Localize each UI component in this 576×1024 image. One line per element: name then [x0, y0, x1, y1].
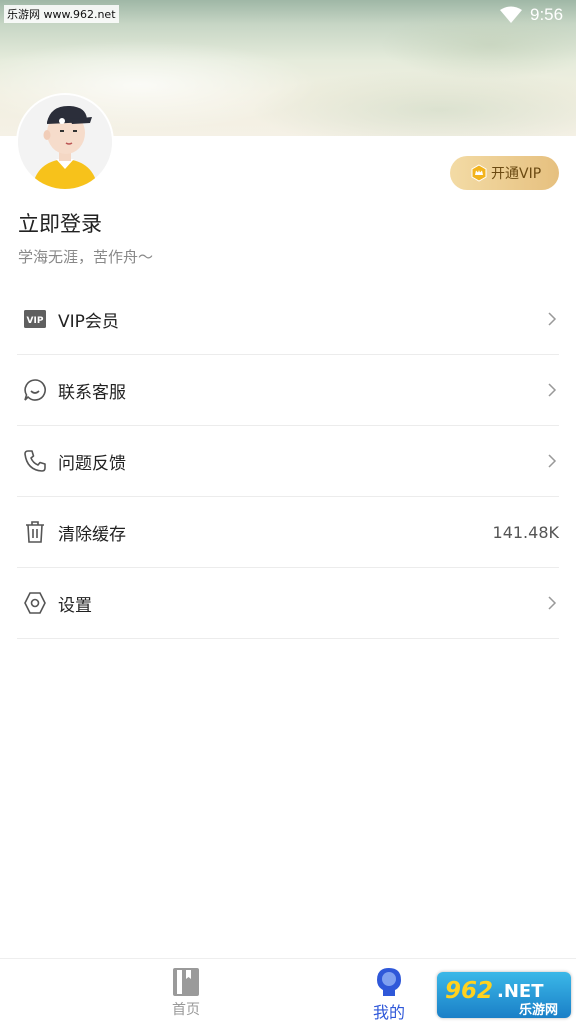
trash-icon: [22, 519, 48, 545]
open-vip-label: 开通VIP: [491, 166, 542, 182]
chat-bubble-icon: [22, 377, 48, 403]
menu-item-customer-service[interactable]: 联系客服: [17, 355, 559, 426]
clock: 9:56: [530, 5, 564, 24]
chevron-right-icon: [548, 596, 557, 610]
chevron-right-icon: [548, 312, 557, 326]
site-watermark-logo: 962 .NET 乐游网: [437, 972, 571, 1018]
motto-text: 学海无涯，苦作舟～: [18, 248, 154, 266]
svg-text:.NET: .NET: [497, 981, 544, 1002]
status-bar: 乐游网 www.962.net 9:56: [0, 0, 576, 30]
menu-item-vip[interactable]: VIP VIP会员: [17, 284, 559, 355]
screen: 乐游网 www.962.net 9:56 开通VIP 立即登录 学海无涯，苦作舟…: [0, 0, 576, 1024]
menu-item-settings[interactable]: 设置: [17, 568, 559, 639]
menu-item-clear-cache[interactable]: 清除缓存 141.48K: [17, 497, 559, 568]
menu-item-label: 问题反馈: [58, 453, 126, 474]
wifi-icon: [500, 6, 522, 23]
tab-home[interactable]: 首页: [136, 959, 236, 1024]
menu-item-feedback[interactable]: 问题反馈: [17, 426, 559, 497]
vip-badge-icon: [471, 164, 487, 182]
phone-icon: [22, 448, 48, 474]
menu-item-label: 清除缓存: [58, 524, 126, 545]
tab-mine[interactable]: 我的: [339, 959, 439, 1024]
avatar-illustration: [18, 95, 112, 189]
open-vip-button[interactable]: 开通VIP: [450, 156, 559, 190]
svg-text:乐游网: 乐游网: [519, 1002, 558, 1018]
tab-mine-label: 我的: [372, 1003, 405, 1022]
avatar[interactable]: [18, 95, 112, 189]
tab-home-label: 首页: [172, 1002, 200, 1018]
menu-item-label: VIP会员: [58, 311, 119, 332]
chevron-right-icon: [548, 383, 557, 397]
hexagon-settings-icon: [22, 590, 48, 616]
site-watermark-text: 乐游网 www.962.net: [4, 5, 119, 23]
cache-size-value: 141.48K: [492, 522, 559, 542]
svg-text:962: 962: [445, 978, 493, 1004]
svg-text:VIP: VIP: [27, 316, 44, 326]
watermark-logo-graphic: 962 .NET 乐游网: [445, 978, 558, 1018]
login-link[interactable]: 立即登录: [18, 208, 102, 238]
chevron-right-icon: [548, 454, 557, 468]
menu-item-label: 联系客服: [58, 382, 126, 403]
menu-item-label: 设置: [58, 595, 92, 616]
user-head-icon: [377, 968, 401, 996]
book-icon: [173, 968, 199, 996]
vip-icon: VIP: [22, 306, 48, 332]
settings-menu: VIP VIP会员 联系客服 问题反馈 清除缓存 141.48K 设置: [17, 284, 559, 639]
